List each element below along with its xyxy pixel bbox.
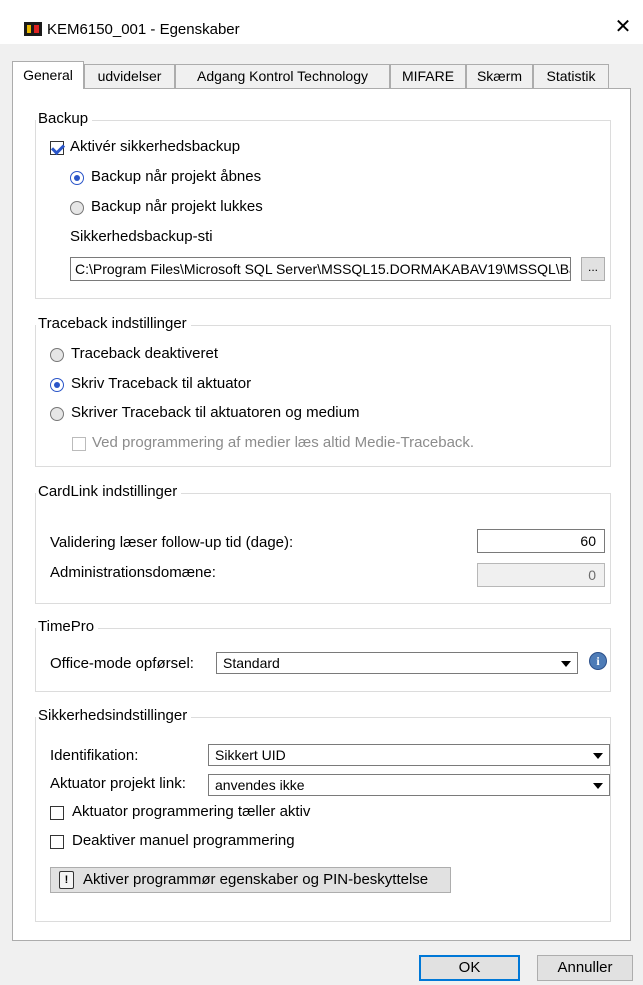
tab-adgang-kontrol-technology[interactable]: Adgang Kontrol Technology bbox=[175, 64, 390, 88]
security-group: Sikkerhedsindstillinger Identifikation: … bbox=[35, 707, 611, 922]
close-icon[interactable]: ✕ bbox=[603, 10, 643, 44]
programmer-icon: ! bbox=[59, 871, 74, 889]
info-icon[interactable]: i bbox=[589, 652, 607, 670]
backup-on-open-radio[interactable] bbox=[70, 171, 84, 185]
backup-path-field[interactable]: C:\Program Files\Microsoft SQL Server\MS… bbox=[70, 257, 571, 281]
traceback-actuator-medium-label: Skriver Traceback til aktuatoren og medi… bbox=[71, 404, 360, 421]
backup-group-title: Backup bbox=[36, 110, 93, 127]
backup-group: Backup Aktivér sikkerhedsbackup Backup n… bbox=[35, 110, 611, 299]
window-title: KEM6150_001 - Egenskaber bbox=[47, 21, 240, 38]
medium-traceback-checkbox[interactable] bbox=[72, 437, 86, 451]
followup-label: Validering læser follow-up tid (dage): bbox=[50, 534, 294, 551]
disable-manual-checkbox[interactable] bbox=[50, 835, 64, 849]
traceback-disabled-label: Traceback deaktiveret bbox=[71, 345, 219, 362]
enable-backup-checkbox[interactable] bbox=[50, 141, 64, 155]
title-bar: KEM6150_001 - Egenskaber ✕ bbox=[0, 0, 643, 44]
programmer-properties-label: Aktiver programmør egenskaber og PIN-bes… bbox=[83, 871, 429, 888]
project-link-value: anvendes ikke bbox=[215, 777, 305, 793]
tab-udvidelser[interactable]: udvidelser bbox=[84, 64, 175, 88]
cardlink-group-title: CardLink indstillinger bbox=[36, 483, 182, 500]
chevron-down-icon bbox=[593, 753, 603, 759]
app-icon bbox=[24, 22, 42, 36]
project-link-select[interactable]: anvendes ikke bbox=[208, 774, 610, 796]
identification-label: Identifikation: bbox=[50, 747, 139, 764]
chevron-down-icon bbox=[561, 661, 571, 667]
office-mode-value: Standard bbox=[223, 655, 280, 671]
followup-field[interactable]: 60 bbox=[477, 529, 605, 553]
medium-traceback-label: Ved programmering af medier læs altid Me… bbox=[92, 434, 475, 451]
admin-domain-field: 0 bbox=[477, 563, 605, 587]
timepro-group: TimePro Office-mode opførsel: Standard i bbox=[35, 618, 611, 692]
traceback-actuator-label: Skriv Traceback til aktuator bbox=[71, 375, 252, 392]
tab-mifare[interactable]: MIFARE bbox=[390, 64, 466, 88]
admin-domain-label: Administrationsdomæne: bbox=[50, 564, 216, 581]
ok-button[interactable]: OK bbox=[419, 955, 520, 981]
office-mode-select[interactable]: Standard bbox=[216, 652, 578, 674]
programmer-properties-button[interactable]: ! Aktiver programmør egenskaber og PIN-b… bbox=[50, 867, 451, 893]
security-group-title: Sikkerhedsindstillinger bbox=[36, 707, 192, 724]
traceback-group: Traceback indstillinger Traceback deakti… bbox=[35, 315, 611, 467]
office-mode-label: Office-mode opførsel: bbox=[50, 655, 194, 672]
tab-general[interactable]: General bbox=[12, 61, 84, 89]
cancel-button[interactable]: Annuller bbox=[537, 955, 633, 981]
backup-on-close-label: Backup når projekt lukkes bbox=[91, 198, 263, 215]
tab-statistik[interactable]: Statistik bbox=[533, 64, 609, 88]
properties-dialog: KEM6150_001 - Egenskaber ✕ General udvid… bbox=[0, 0, 643, 985]
counter-active-checkbox[interactable] bbox=[50, 806, 64, 820]
traceback-actuator-radio[interactable] bbox=[50, 378, 64, 392]
tab-panel-general: Backup Aktivér sikkerhedsbackup Backup n… bbox=[12, 88, 631, 941]
backup-on-open-label: Backup når projekt åbnes bbox=[91, 168, 262, 185]
chevron-down-icon bbox=[593, 783, 603, 789]
backup-on-close-radio[interactable] bbox=[70, 201, 84, 215]
identification-value: Sikkert UID bbox=[215, 747, 286, 763]
traceback-group-title: Traceback indstillinger bbox=[36, 315, 191, 332]
tab-skaerm[interactable]: Skærm bbox=[466, 64, 533, 88]
backup-path-label: Sikkerhedsbackup-sti bbox=[70, 228, 213, 245]
disable-manual-label: Deaktiver manuel programmering bbox=[72, 832, 295, 849]
browse-button[interactable]: ... bbox=[581, 257, 605, 281]
counter-active-label: Aktuator programmering tæller aktiv bbox=[72, 803, 311, 820]
identification-select[interactable]: Sikkert UID bbox=[208, 744, 610, 766]
traceback-actuator-medium-radio[interactable] bbox=[50, 407, 64, 421]
timepro-group-title: TimePro bbox=[36, 618, 99, 635]
cardlink-group: CardLink indstillinger Validering læser … bbox=[35, 483, 611, 604]
traceback-disabled-radio[interactable] bbox=[50, 348, 64, 362]
project-link-label: Aktuator projekt link: bbox=[50, 775, 186, 792]
enable-backup-label: Aktivér sikkerhedsbackup bbox=[70, 138, 241, 155]
